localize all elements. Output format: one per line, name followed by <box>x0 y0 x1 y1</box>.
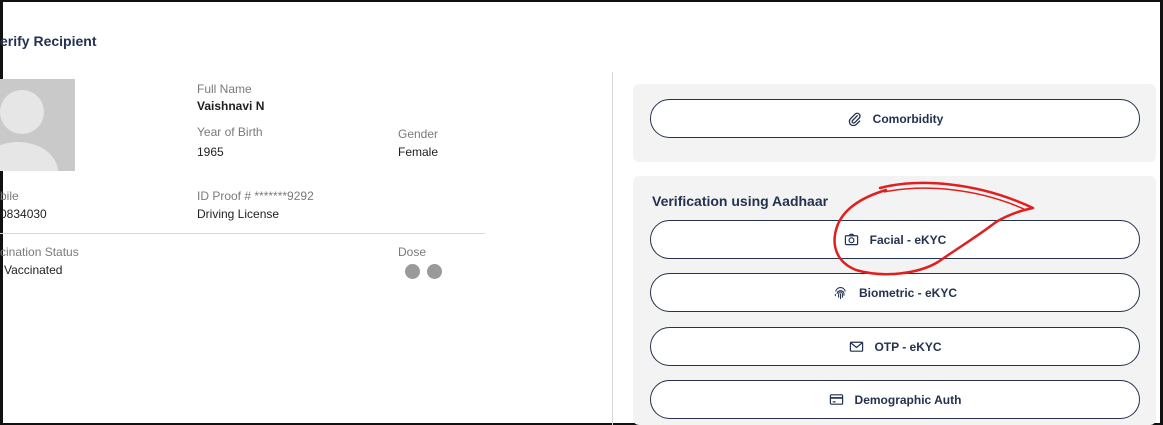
fingerprint-icon <box>833 285 849 301</box>
full-name-label: Full Name <box>197 82 252 96</box>
biometric-ekyc-button[interactable]: Biometric - eKYC <box>650 273 1140 312</box>
comorbidity-label: Comorbidity <box>872 111 944 126</box>
camera-icon <box>844 232 860 248</box>
comorbidity-panel: Comorbidity <box>633 84 1156 162</box>
year-of-birth-label: Year of Birth <box>197 125 263 139</box>
otp-ekyc-button[interactable]: OTP - eKYC <box>650 327 1140 366</box>
otp-ekyc-label: OTP - eKYC <box>874 339 942 354</box>
vaccination-status-label: cination Status <box>0 245 79 259</box>
avatar-head-shape <box>0 90 44 134</box>
window-frame-top <box>0 0 1163 2</box>
facial-ekyc-label: Facial - eKYC <box>869 232 947 247</box>
paperclip-icon <box>847 111 863 127</box>
vaccination-status-value: Vaccinated <box>4 263 63 277</box>
avatar <box>0 79 75 171</box>
mobile-label: bile <box>0 189 19 203</box>
demographic-auth-label: Demographic Auth <box>854 392 962 407</box>
envelope-icon <box>848 339 864 355</box>
gender-label: Gender <box>398 127 439 141</box>
facial-ekyc-button[interactable]: Facial - eKYC <box>650 220 1140 259</box>
page-title: erify Recipient <box>0 33 97 49</box>
aadhaar-verification-panel: Verification using Aadhaar Facial - eKYC… <box>633 176 1156 425</box>
gender-value: Female <box>398 145 439 159</box>
details-divider <box>0 233 485 234</box>
id-proof-type: Driving License <box>197 207 280 221</box>
comorbidity-button[interactable]: Comorbidity <box>650 99 1140 138</box>
dose-label: Dose <box>398 245 427 259</box>
id-proof-label: ID Proof # *******9292 <box>197 189 314 203</box>
full-name-value: Vaishnavi N <box>197 99 265 113</box>
aadhaar-section-title: Verification using Aadhaar <box>652 193 829 209</box>
avatar-body-shape <box>0 142 58 171</box>
column-divider <box>612 72 613 425</box>
demographic-auth-button[interactable]: Demographic Auth <box>650 380 1140 419</box>
dose-indicator <box>427 264 442 279</box>
mobile-value: 0834030 <box>0 207 47 221</box>
year-of-birth-value: 1965 <box>197 145 224 159</box>
dose-indicator <box>405 264 420 279</box>
biometric-ekyc-label: Biometric - eKYC <box>858 285 958 300</box>
card-icon <box>829 392 845 408</box>
